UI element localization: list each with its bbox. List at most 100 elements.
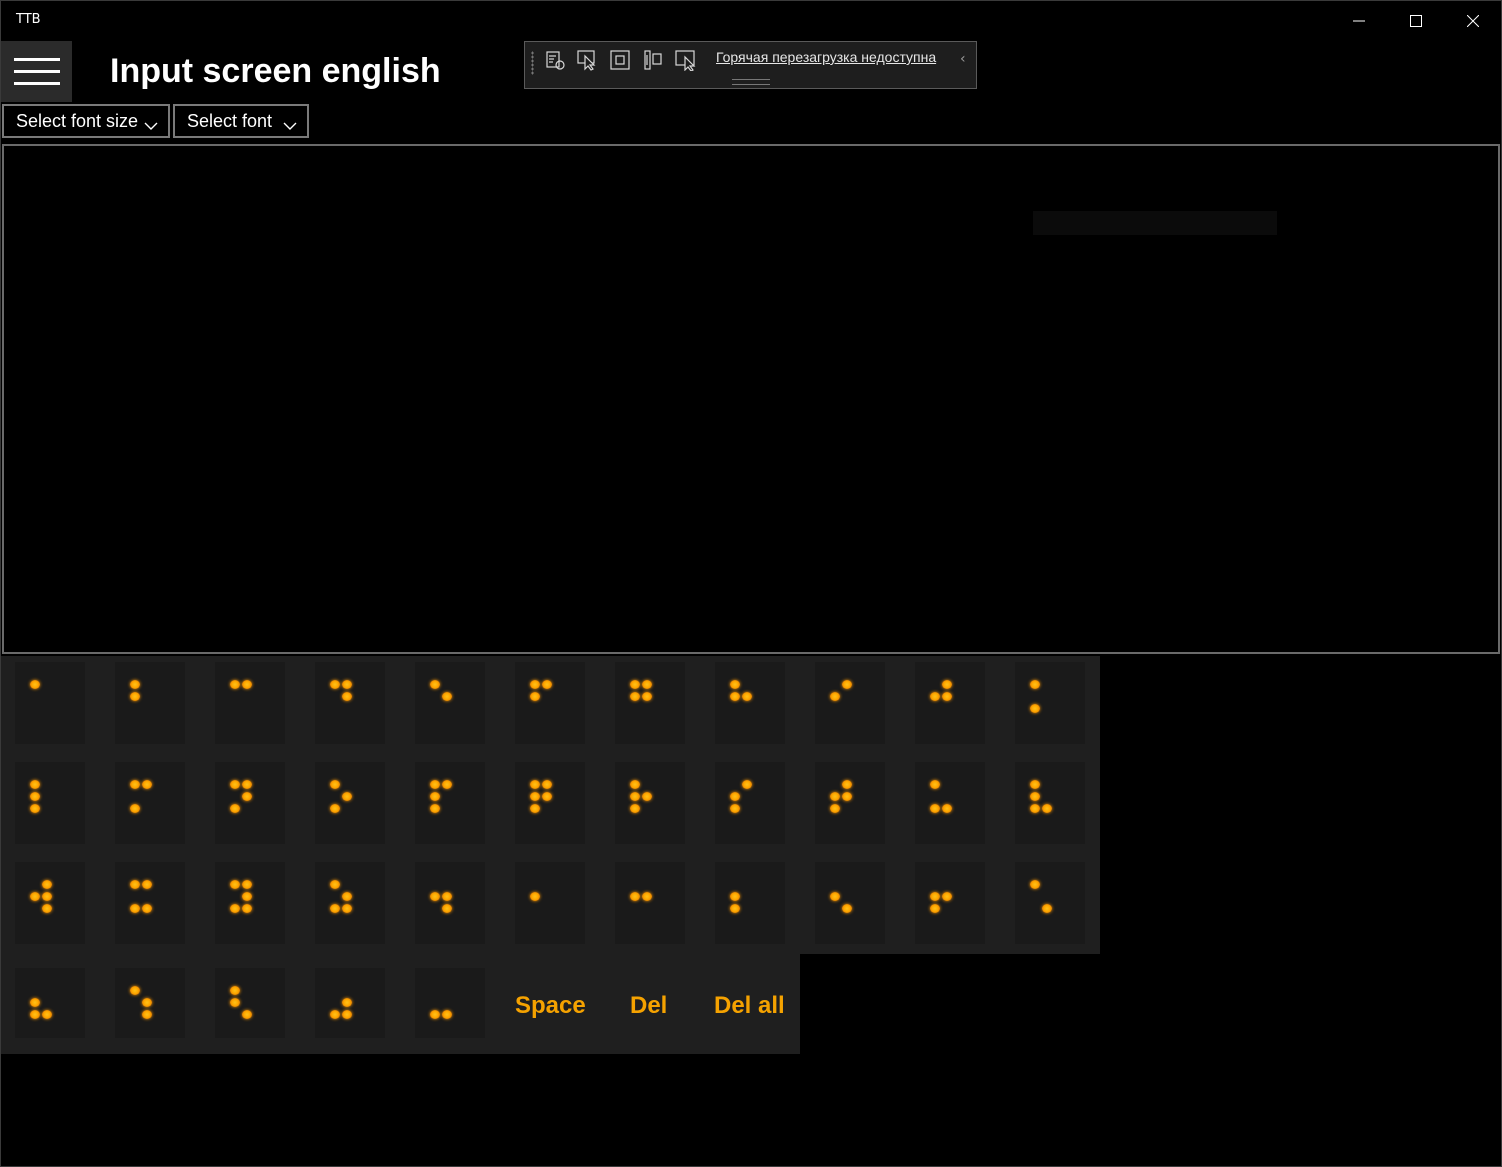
font-select[interactable]: Select font: [173, 104, 309, 138]
braille-dot: [542, 792, 552, 801]
braille-key[interactable]: [1015, 662, 1085, 744]
braille-dot: [42, 1010, 52, 1019]
braille-key[interactable]: [215, 762, 285, 844]
braille-key[interactable]: [515, 862, 585, 944]
braille-dot: [930, 780, 940, 789]
braille-dot: [342, 998, 352, 1007]
font-select-label: Select font: [187, 110, 273, 131]
braille-key[interactable]: [1015, 862, 1085, 944]
braille-key[interactable]: [915, 662, 985, 744]
braille-dot: [930, 692, 940, 701]
braille-key[interactable]: [715, 662, 785, 744]
braille-key[interactable]: [15, 662, 85, 744]
braille-key[interactable]: [615, 862, 685, 944]
braille-dot: [942, 892, 952, 901]
hot-reload-status[interactable]: Горячая перезагрузка недоступна: [716, 49, 936, 65]
app-title: TTB: [16, 12, 41, 27]
braille-key[interactable]: [915, 862, 985, 944]
braille-dot: [330, 904, 340, 913]
braille-key[interactable]: [15, 968, 85, 1038]
braille-dot: [130, 680, 140, 689]
display-layout-adorners-icon[interactable]: [608, 48, 632, 72]
braille-key[interactable]: [315, 862, 385, 944]
braille-key[interactable]: [615, 662, 685, 744]
braille-key[interactable]: [315, 762, 385, 844]
braille-key[interactable]: [415, 762, 485, 844]
title-bar[interactable]: TTB: [0, 0, 1502, 41]
braille-dot: [442, 780, 452, 789]
braille-dot: [1042, 904, 1052, 913]
menu-button[interactable]: [1, 41, 72, 102]
braille-key[interactable]: [415, 662, 485, 744]
braille-dot: [230, 986, 240, 995]
page-title: Input screen english: [110, 52, 441, 90]
maximize-button[interactable]: [1387, 0, 1444, 41]
braille-key[interactable]: [515, 762, 585, 844]
braille-dot: [430, 892, 440, 901]
braille-key[interactable]: [215, 968, 285, 1038]
braille-key[interactable]: [615, 762, 685, 844]
braille-key[interactable]: [315, 662, 385, 744]
minimize-button[interactable]: [1330, 0, 1387, 41]
braille-dot: [242, 792, 252, 801]
braille-key[interactable]: [715, 762, 785, 844]
toolbar-drag-handle[interactable]: [732, 79, 770, 85]
braille-dot: [830, 804, 840, 813]
braille-key[interactable]: [1015, 762, 1085, 844]
braille-dot: [542, 780, 552, 789]
braille-key[interactable]: [415, 862, 485, 944]
braille-dot: [130, 804, 140, 813]
braille-dot: [530, 892, 540, 901]
braille-key[interactable]: [415, 968, 485, 1038]
braille-key[interactable]: [115, 968, 185, 1038]
braille-key[interactable]: [115, 762, 185, 844]
space-key[interactable]: Space: [515, 992, 586, 1020]
close-button[interactable]: [1444, 0, 1501, 41]
live-visual-tree-icon[interactable]: [543, 48, 567, 72]
close-icon: [1466, 14, 1479, 27]
braille-key[interactable]: [215, 862, 285, 944]
braille-dot: [330, 780, 340, 789]
braille-dot: [342, 1010, 352, 1019]
delete-key[interactable]: Del: [630, 992, 667, 1020]
braille-dot: [30, 998, 40, 1007]
collapse-toolbar-icon[interactable]: ‹: [960, 51, 966, 67]
hamburger-icon-line: [13, 70, 60, 73]
font-size-select-label: Select font size: [16, 110, 139, 131]
braille-dot: [842, 680, 852, 689]
braille-key[interactable]: [15, 862, 85, 944]
braille-dot: [242, 780, 252, 789]
braille-dot: [330, 680, 340, 689]
braille-dot: [830, 792, 840, 801]
braille-key[interactable]: [815, 862, 885, 944]
braille-dot: [30, 804, 40, 813]
accessibility-icon[interactable]: [673, 48, 697, 72]
braille-key[interactable]: [15, 762, 85, 844]
hamburger-icon-line: [13, 58, 60, 61]
braille-dot: [130, 692, 140, 701]
braille-key[interactable]: [815, 662, 885, 744]
delete-all-key[interactable]: Del all: [714, 992, 785, 1020]
braille-key[interactable]: [515, 662, 585, 744]
braille-key[interactable]: [815, 762, 885, 844]
braille-dot: [730, 680, 740, 689]
braille-dot: [830, 892, 840, 901]
braille-key[interactable]: [115, 662, 185, 744]
braille-key[interactable]: [715, 862, 785, 944]
track-focused-element-icon[interactable]: [641, 48, 665, 72]
braille-dot: [542, 680, 552, 689]
braille-dot: [330, 1010, 340, 1019]
braille-dot: [630, 792, 640, 801]
select-element-icon[interactable]: [575, 48, 599, 72]
braille-key[interactable]: [215, 662, 285, 744]
braille-key[interactable]: [915, 762, 985, 844]
drag-grip-icon[interactable]: [531, 51, 534, 75]
braille-dot: [42, 904, 52, 913]
braille-dot: [630, 692, 640, 701]
braille-dot: [842, 780, 852, 789]
braille-key[interactable]: [115, 862, 185, 944]
braille-dot: [142, 1010, 152, 1019]
braille-dot: [642, 892, 652, 901]
font-size-select[interactable]: Select font size: [2, 104, 170, 138]
braille-key[interactable]: [315, 968, 385, 1038]
